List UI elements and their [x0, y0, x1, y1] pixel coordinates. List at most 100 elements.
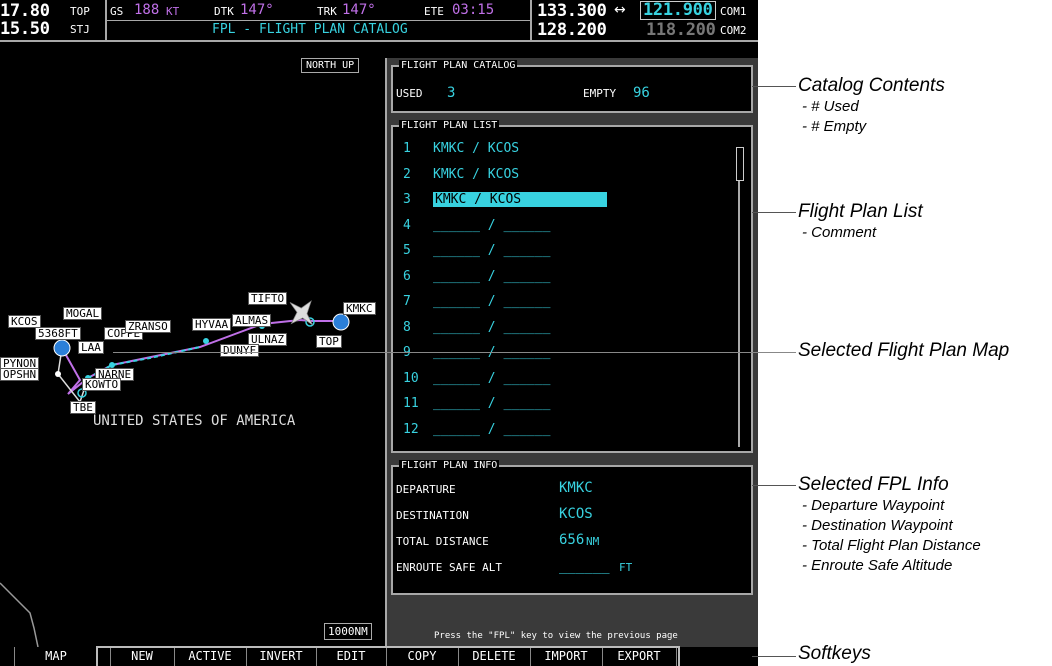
- waypoint-label: ALMAS: [232, 314, 272, 327]
- callout-info: Selected FPL Info - Departure Waypoint -…: [798, 474, 981, 576]
- catalog-title: FLIGHT PLAN CATALOG: [399, 60, 518, 72]
- total-distance-value: 656: [559, 532, 585, 548]
- callout-map: Selected Flight Plan Map: [798, 340, 1009, 362]
- waypoint-label: HYVAA: [192, 318, 232, 331]
- mfd-screen: 17.80 TOP 15.50 STJ GS 188 KT DTK 147° T…: [0, 0, 758, 666]
- flight-plan-name: KMKC / KCOS: [433, 192, 607, 207]
- leader-line: [752, 485, 796, 486]
- list-scrollbar[interactable]: [738, 147, 740, 447]
- flight-plan-number: 7: [403, 294, 411, 309]
- leader-line: [113, 352, 796, 353]
- page-title: FPL - FLIGHT PLAN CATALOG: [212, 22, 408, 37]
- esa-value: ______: [559, 558, 610, 574]
- softkey-blank[interactable]: [676, 647, 757, 666]
- com2-active-frequency[interactable]: 128.200: [537, 20, 607, 40]
- waypoint-label: LAA: [78, 341, 104, 354]
- com2-standby-frequency[interactable]: 118.200: [646, 20, 716, 40]
- top-status-bar: 17.80 TOP 15.50 STJ GS 188 KT DTK 147° T…: [0, 0, 758, 42]
- callout-item: - Total Flight Plan Distance: [802, 537, 981, 554]
- elevation-label: 5368FT: [35, 327, 81, 340]
- catalog-contents-box: FLIGHT PLAN CATALOG USED 3 EMPTY 96: [391, 60, 753, 113]
- gs-value: 188: [134, 2, 160, 18]
- callout-item: - Enroute Safe Altitude: [802, 557, 953, 574]
- dtk-label: DTK: [214, 5, 234, 18]
- callout-info-title: Selected FPL Info: [798, 474, 949, 495]
- departure-value: KMKC: [559, 480, 593, 496]
- waypoint-label: TBE: [70, 401, 96, 414]
- flight-plan-name: ______ / ______: [433, 396, 551, 411]
- flight-plan-number: 3: [403, 192, 411, 207]
- swap-arrow-icon: ↔: [614, 2, 626, 18]
- list-title: FLIGHT PLAN LIST: [399, 120, 500, 132]
- flight-plan-number: 10: [403, 370, 419, 386]
- waypoint-label: KMKC: [343, 302, 376, 315]
- empty-label: EMPTY: [583, 87, 617, 100]
- nav1-waypoint: TOP: [70, 5, 90, 18]
- com1-standby-frequency[interactable]: 121.900: [640, 1, 716, 20]
- nav2-waypoint: STJ: [70, 23, 90, 36]
- flight-plan-number: 1: [403, 141, 411, 156]
- dtk-value: 147°: [240, 2, 274, 18]
- empty-value: 96: [633, 85, 650, 101]
- nav1-frequency: 17.80: [0, 1, 50, 21]
- callout-catalog: Catalog Contents - # Used - # Empty: [798, 75, 945, 137]
- total-distance-label: TOTAL DISTANCE: [396, 535, 489, 548]
- trk-label: TRK: [317, 5, 337, 18]
- used-value: 3: [447, 85, 456, 101]
- map-orientation: NORTH UP: [301, 58, 360, 73]
- ete-value: 03:15: [452, 2, 495, 18]
- waypoint-label: KOWTO: [82, 378, 122, 391]
- list-scroll-thumb[interactable]: [736, 147, 744, 181]
- destination-value: KCOS: [559, 506, 593, 522]
- gs-label: GS: [110, 5, 124, 18]
- footer-hint: Press the "FPL" key to view the previous…: [434, 631, 678, 641]
- flight-plan-number: 12: [403, 421, 419, 437]
- nav2-frequency: 15.50: [0, 19, 50, 39]
- waypoint-label: OPSHN: [0, 368, 40, 381]
- info-title: FLIGHT PLAN INFO: [399, 460, 500, 472]
- used-label: USED: [396, 87, 423, 100]
- flight-plan-name: ______ / ______: [433, 243, 551, 258]
- map-range: 1000NM: [324, 623, 372, 640]
- flight-plan-list-box: FLIGHT PLAN LIST 1 KMKC / KCOS 2 KMKC / KCO…: [391, 120, 753, 453]
- softkey-map[interactable]: MAP: [14, 647, 97, 666]
- trk-value: 147°: [342, 2, 376, 18]
- flight-plan-number: 4: [403, 217, 411, 233]
- flight-plan-number: 8: [403, 319, 411, 335]
- flight-plan-name: ______ / ______: [433, 217, 551, 233]
- softkey-bracket: [96, 646, 680, 666]
- callout-map-title: Selected Flight Plan Map: [798, 340, 1010, 361]
- flight-plan-number: 5: [403, 243, 411, 258]
- waypoint-label: MOGAL: [63, 307, 103, 320]
- departure-label: DEPARTURE: [396, 483, 456, 496]
- flight-plan-name: ______ / ______: [433, 370, 551, 386]
- callout-item: - Destination Waypoint: [802, 517, 953, 534]
- flight-plan-info-box: FLIGHT PLAN INFO DEPARTURE KMKC DESTINAT…: [391, 460, 753, 595]
- flight-plan-number: 11: [403, 396, 419, 411]
- flight-plan-number: 2: [403, 166, 411, 182]
- esa-label: ENROUTE SAFE ALT: [396, 561, 502, 574]
- waypoint-label: DUNYF: [220, 344, 260, 357]
- flight-plan-name: ______ / ______: [433, 319, 551, 335]
- waypoint-label: TIFTO: [248, 292, 288, 305]
- gs-unit: KT: [166, 5, 180, 18]
- flight-plan-name: ______ / ______: [433, 421, 551, 437]
- total-distance-unit: NM: [586, 535, 600, 548]
- com2-label: COM2: [720, 24, 747, 37]
- leader-line: [752, 212, 796, 213]
- flight-plan-name: KMKC / KCOS: [433, 141, 520, 156]
- esa-unit: FT: [619, 561, 633, 574]
- flight-plan-name: ______ / ______: [433, 294, 551, 309]
- callout-list: Flight Plan List - Comment: [798, 201, 923, 243]
- com1-label: COM1: [720, 5, 747, 18]
- callout-catalog-title: Catalog Contents: [798, 75, 945, 96]
- callout-list-title: Flight Plan List: [798, 201, 923, 222]
- waypoint-label: ZRANSO: [125, 320, 171, 333]
- destination-label: DESTINATION: [396, 509, 469, 522]
- callout-softkeys: Softkeys: [798, 643, 871, 665]
- ete-label: ETE: [424, 5, 444, 18]
- callout-softkeys-title: Softkeys: [798, 643, 871, 664]
- com1-active-frequency[interactable]: 133.300: [537, 1, 607, 21]
- leader-line: [752, 86, 796, 87]
- callout-item: - # Empty: [802, 118, 867, 135]
